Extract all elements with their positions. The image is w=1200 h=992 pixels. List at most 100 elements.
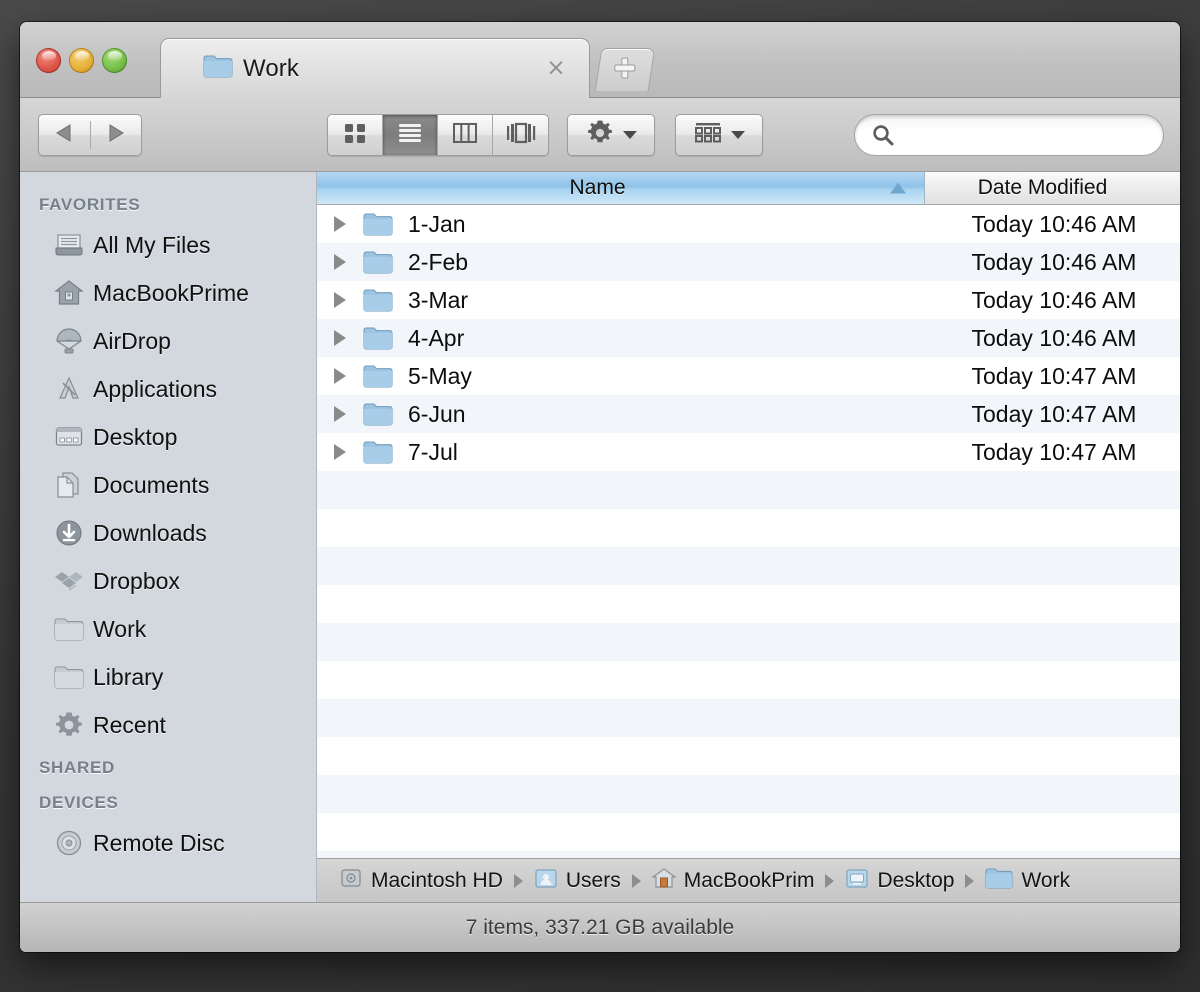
table-row[interactable]: 4-Apr Today 10:46 AM — [317, 319, 1180, 357]
table-row[interactable]: 5-May Today 10:47 AM — [317, 357, 1180, 395]
minimize-window-button[interactable] — [69, 48, 94, 73]
path-segment-label: MacBookPrim — [683, 868, 815, 892]
empty-row — [317, 623, 1180, 661]
path-segment-users[interactable]: Users — [534, 867, 621, 894]
sidebar-item-macbookprime[interactable]: MacBookPrime — [20, 269, 316, 317]
file-name: 1-Jan — [408, 210, 466, 237]
disclosure-triangle-icon[interactable] — [317, 368, 363, 384]
optical-disc-icon — [54, 828, 88, 858]
zoom-window-button[interactable] — [102, 48, 127, 73]
new-tab-button[interactable] — [594, 48, 656, 91]
path-segment-work[interactable]: Work — [985, 867, 1070, 894]
close-window-button[interactable] — [36, 48, 61, 73]
sidebar-item-label: AirDrop — [93, 327, 171, 354]
column-headers: Name Date Modified — [317, 172, 1180, 205]
file-date-modified: Today 10:46 AM — [971, 324, 1137, 351]
column-header-label: Name — [569, 176, 626, 199]
icon-view-button[interactable] — [328, 115, 383, 155]
arrange-menu-button[interactable] — [675, 114, 763, 156]
column-header-label: Date Modified — [977, 176, 1108, 199]
status-bar: 7 items, 337.21 GB available — [20, 902, 1180, 952]
path-segment-macintosh-hd[interactable]: Macintosh HD — [339, 866, 503, 895]
file-date-modified: Today 10:47 AM — [971, 438, 1137, 465]
column-view-button[interactable] — [438, 115, 493, 155]
sidebar-item-all-my-files[interactable]: All My Files — [20, 221, 316, 269]
back-arrow-icon — [54, 122, 74, 149]
folder-icon — [363, 364, 397, 388]
finder-window: Work × FAVORITES All My Files MacBookPri… — [20, 22, 1180, 952]
folder-icon — [54, 664, 88, 690]
sidebar-item-downloads[interactable]: Downloads — [20, 509, 316, 557]
icon-view-icon — [343, 121, 367, 150]
sidebar-item-remote-disc[interactable]: Remote Disc — [20, 819, 316, 867]
empty-row — [317, 471, 1180, 509]
file-date-modified: Today 10:47 AM — [971, 400, 1137, 427]
column-view-icon — [452, 122, 478, 149]
forward-arrow-icon — [106, 122, 126, 149]
gear-icon — [54, 710, 88, 740]
traffic-lights — [36, 48, 127, 73]
disclosure-triangle-icon[interactable] — [317, 444, 363, 460]
folder-icon — [363, 402, 397, 426]
disclosure-triangle-icon[interactable] — [317, 292, 363, 308]
sidebar-item-documents[interactable]: Documents — [20, 461, 316, 509]
table-row[interactable]: 6-Jun Today 10:47 AM — [317, 395, 1180, 433]
table-row[interactable]: 1-Jan Today 10:46 AM — [317, 205, 1180, 243]
downloads-icon — [54, 518, 88, 548]
forward-button[interactable] — [90, 115, 141, 155]
disclosure-triangle-icon[interactable] — [317, 216, 363, 232]
sidebar-item-label: Library — [93, 663, 164, 690]
file-date-modified: Today 10:46 AM — [971, 286, 1137, 313]
tab-work[interactable]: Work × — [160, 38, 590, 98]
sidebar-item-label: Documents — [93, 471, 210, 498]
sidebar-item-label: All My Files — [93, 231, 211, 258]
close-icon[interactable]: × — [545, 57, 567, 80]
file-name: 3-Mar — [408, 286, 469, 313]
sidebar-section-shared-header: SHARED — [39, 758, 115, 777]
folder-icon — [54, 616, 88, 642]
sidebar-item-applications[interactable]: Applications — [20, 365, 316, 413]
sidebar-item-recent[interactable]: Recent — [20, 701, 316, 749]
file-list-pane: Name Date Modified 1-Jan Today 10:46 AM … — [317, 172, 1180, 902]
path-separator-icon — [513, 873, 523, 888]
table-row[interactable]: 7-Jul Today 10:47 AM — [317, 433, 1180, 471]
disclosure-triangle-icon[interactable] — [317, 254, 363, 270]
home-folder-icon — [650, 867, 677, 894]
view-mode-buttons — [327, 114, 549, 156]
coverflow-view-button[interactable] — [493, 115, 548, 155]
chevron-down-icon — [730, 131, 745, 139]
back-button[interactable] — [39, 115, 90, 155]
title-bar: Work × — [20, 22, 1180, 98]
sidebar-item-library[interactable]: Library — [20, 653, 316, 701]
action-menu-button[interactable] — [567, 114, 655, 156]
coverflow-view-icon — [506, 122, 536, 149]
empty-row — [317, 851, 1180, 858]
sidebar: FAVORITES All My Files MacBookPrime AirD… — [20, 172, 317, 902]
column-header-name[interactable]: Name — [317, 172, 925, 204]
all-my-files-icon — [54, 230, 88, 260]
desktop-icon — [54, 422, 88, 452]
folder-icon — [363, 440, 397, 464]
search-input[interactable] — [902, 125, 1132, 145]
list-view-button[interactable] — [383, 115, 438, 155]
sidebar-item-dropbox[interactable]: Dropbox — [20, 557, 316, 605]
column-header-date-modified[interactable]: Date Modified — [925, 172, 1180, 204]
disclosure-triangle-icon[interactable] — [317, 330, 363, 346]
list-view-icon — [397, 122, 423, 149]
sidebar-item-desktop[interactable]: Desktop — [20, 413, 316, 461]
search-field[interactable] — [854, 114, 1164, 156]
table-row[interactable]: 2-Feb Today 10:46 AM — [317, 243, 1180, 281]
file-name: 5-May — [408, 362, 472, 389]
empty-row — [317, 661, 1180, 699]
path-segment-desktop[interactable]: Desktop — [845, 867, 954, 894]
empty-row — [317, 813, 1180, 851]
sidebar-item-airdrop[interactable]: AirDrop — [20, 317, 316, 365]
disclosure-triangle-icon[interactable] — [317, 406, 363, 422]
sidebar-item-work[interactable]: Work — [20, 605, 316, 653]
status-text: 7 items, 337.21 GB available — [465, 915, 735, 939]
sidebar-section-devices-header: DEVICES — [39, 793, 119, 812]
path-segment-macbookprime[interactable]: MacBookPrim — [650, 867, 815, 894]
file-date-modified: Today 10:47 AM — [971, 362, 1137, 389]
table-row[interactable]: 3-Mar Today 10:46 AM — [317, 281, 1180, 319]
sidebar-item-label: Dropbox — [93, 567, 180, 594]
